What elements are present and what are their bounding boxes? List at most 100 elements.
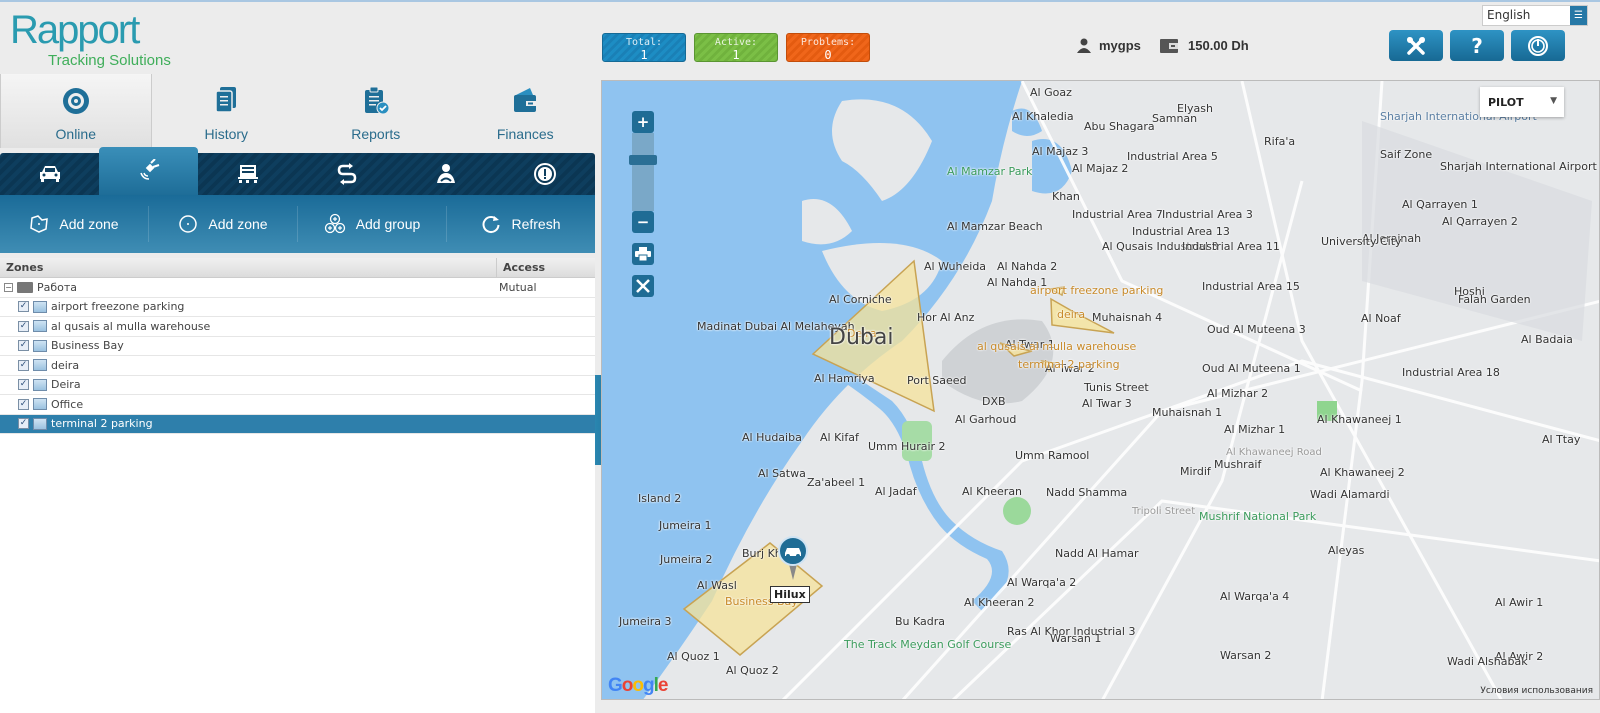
zone-checkbox[interactable]: ✓ <box>18 379 29 391</box>
zone-row[interactable]: ✓ deira <box>0 356 595 376</box>
zone-row[interactable]: ✓ Office <box>0 395 595 415</box>
problems-badge[interactable]: Problems: 0 <box>786 33 870 62</box>
zoom-slider[interactable] <box>629 133 657 211</box>
add-group-button[interactable]: Add group <box>298 206 447 242</box>
add-polygon-zone-label: Add zone <box>59 216 119 232</box>
city-label-dubai: Dubai <box>829 325 894 350</box>
settings-button[interactable] <box>1389 30 1443 61</box>
map-place-label: Al Mamzar Beach <box>947 220 1043 233</box>
map-place-label: Al Wasl <box>697 579 737 592</box>
zone-group-row[interactable]: − Работа Mutual <box>0 278 595 298</box>
zone-polygon-icon <box>33 417 47 430</box>
zone-row[interactable]: ✓ al qusais al mulla warehouse <box>0 317 595 337</box>
zone-checkbox[interactable]: ✓ <box>18 340 29 352</box>
power-icon <box>1528 35 1548 56</box>
language-select[interactable]: English ☰ <box>1482 5 1588 26</box>
map-place-label: Al Khaledia <box>1012 110 1074 123</box>
tab-geozones[interactable] <box>99 147 199 195</box>
map-place-label: Jumeira 1 <box>659 519 712 532</box>
map-place-label: Al Noaf <box>1361 312 1401 325</box>
print-button[interactable] <box>632 243 654 265</box>
google-logo: Google <box>608 675 668 696</box>
zone-name: deira <box>51 358 80 372</box>
map-place-label: Al Khawaneej 2 <box>1320 466 1405 479</box>
status-badges: Total: 1 Active: 1 Problems: 0 <box>602 33 870 62</box>
zoom-out-button[interactable]: − <box>632 211 654 233</box>
map-place-label: Nadd Shamma <box>1046 486 1128 499</box>
zone-label[interactable]: deira <box>1057 309 1085 321</box>
map-place-label: Jumeira 2 <box>660 553 713 566</box>
zone-checkbox[interactable]: ✓ <box>18 359 29 371</box>
zoom-in-button[interactable]: + <box>632 111 654 133</box>
zone-row[interactable]: ✓ airport freezone parking <box>0 298 595 317</box>
terms-of-use-link[interactable]: Условия использования <box>1480 686 1593 696</box>
chevron-down-icon: ▼ <box>1550 96 1557 106</box>
map-place-label: Al Badaia <box>1521 333 1573 346</box>
map-place-label: Rifa'a <box>1264 135 1296 148</box>
zone-checkbox[interactable]: ✓ <box>18 418 29 430</box>
map-place-label: Mushraif <box>1214 458 1262 471</box>
add-circle-zone-label: Add zone <box>208 216 268 232</box>
help-button[interactable]: ? <box>1450 30 1504 61</box>
group-name: Работа <box>37 280 78 294</box>
nav-finances-label: Finances <box>496 126 554 142</box>
collapse-icon[interactable]: − <box>4 282 13 292</box>
map[interactable]: Al Goaz Elyash Al Khaledia Abu Shagara Samna… <box>601 80 1600 700</box>
zone-polygon-icon <box>33 378 47 391</box>
map-place-label: Nadd Al Hamar <box>1055 547 1139 560</box>
nav-reports[interactable]: Reports <box>301 74 451 148</box>
zones-table-header: Zones Access <box>0 258 595 278</box>
nav-history[interactable]: History <box>152 74 302 148</box>
zone-row[interactable]: ✓ Deira <box>0 376 595 395</box>
map-place-label: Industrial Area 3 <box>1162 208 1253 221</box>
zone-label[interactable]: airport freezone parking <box>1030 285 1163 297</box>
map-tools-button[interactable] <box>632 275 654 297</box>
logout-button[interactable] <box>1511 30 1565 61</box>
header-zones[interactable]: Zones <box>0 258 497 277</box>
map-layer-select[interactable]: PILOT ▼ <box>1480 87 1564 117</box>
alert-icon <box>534 163 557 185</box>
group-icon <box>324 213 345 234</box>
vehicle-marker[interactable] <box>778 536 808 584</box>
tab-vehicles[interactable] <box>0 153 99 195</box>
total-badge[interactable]: Total: 1 <box>602 33 686 62</box>
tab-alerts[interactable] <box>496 153 595 195</box>
zoom-slider-handle[interactable] <box>629 155 657 165</box>
tab-routes[interactable] <box>298 153 397 195</box>
map-place-label: Al Quoz 1 <box>667 650 720 663</box>
top-border <box>0 0 1600 2</box>
vehicle-label[interactable]: Hilux <box>770 586 810 603</box>
refresh-button[interactable]: Refresh <box>447 206 595 242</box>
map-place-label: Al Ttay <box>1542 433 1581 446</box>
map-place-label: Umm Hurair 2 <box>868 440 946 453</box>
map-place-label: Al Mizhar 2 <box>1207 387 1269 400</box>
tab-trucks[interactable] <box>198 153 297 195</box>
documents-icon <box>215 87 237 113</box>
map-place-label: Mirdif <box>1180 465 1211 478</box>
map-place-label: Al Warqa'a 2 <box>1007 576 1077 589</box>
logo: Rapport Tracking Solutions <box>10 8 210 72</box>
active-badge[interactable]: Active: 1 <box>694 33 778 62</box>
logo-sub: Tracking Solutions <box>48 52 171 69</box>
zone-checkbox[interactable]: ✓ <box>18 320 29 332</box>
add-polygon-zone-button[interactable]: Add zone <box>0 206 149 242</box>
add-circle-zone-button[interactable]: Add zone <box>149 206 298 242</box>
map-place-label: Warsan 1 <box>1050 632 1102 645</box>
truck-front-icon <box>237 165 258 183</box>
header-access[interactable]: Access <box>497 258 551 277</box>
zone-label[interactable]: al qusais al mulla warehouse <box>977 341 1136 353</box>
zone-label[interactable]: terminal 2 parking <box>1018 359 1120 371</box>
map-place-label: Al Kheeran <box>962 485 1023 498</box>
zone-row[interactable]: ✓ Business Bay <box>0 337 595 356</box>
map-place-label: Falah Garden <box>1458 293 1531 306</box>
nav-online[interactable]: Online <box>0 74 152 148</box>
tab-drivers[interactable] <box>397 153 496 195</box>
map-place-label: Hor Al Anz <box>917 311 975 324</box>
nav-finances[interactable]: Finances <box>451 74 601 148</box>
zone-checkbox[interactable]: ✓ <box>18 301 29 313</box>
map-place-label: Al Nahda 2 <box>997 260 1058 273</box>
zone-checkbox[interactable]: ✓ <box>18 398 29 410</box>
user-info[interactable]: mygps <box>1077 38 1141 53</box>
total-value: 1 <box>640 48 648 62</box>
zone-row-selected[interactable]: ✓ terminal 2 parking <box>0 414 595 434</box>
